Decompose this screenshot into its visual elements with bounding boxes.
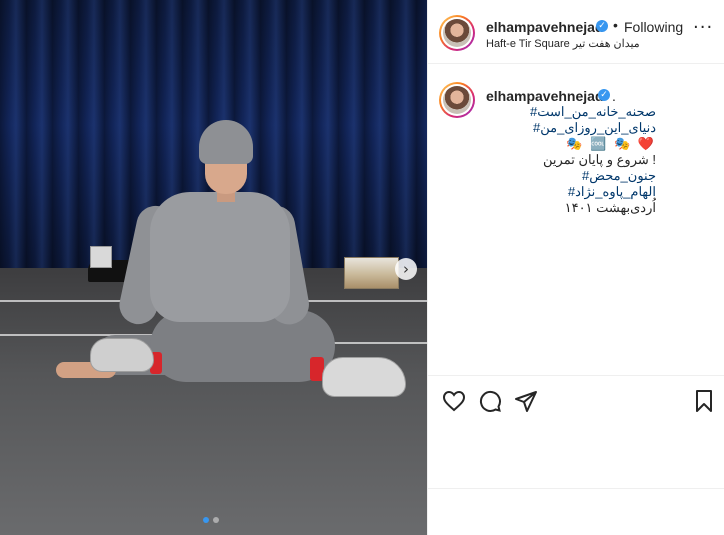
carousel-dot [203, 517, 209, 523]
caption-hashtag[interactable]: دنیای_این_روزای_من# [486, 120, 656, 136]
share-icon[interactable] [514, 389, 538, 413]
carousel-indicator [203, 517, 219, 523]
caption-hashtag[interactable]: الهام_پاوه_نژاد# [486, 184, 656, 200]
caption-text: صحنه_خانه_من_است# دنیای_این_روزای_من# ❤️… [486, 104, 656, 216]
post-actions-bar [428, 375, 724, 425]
caption-username[interactable]: elhampavehnejad [486, 88, 604, 104]
verified-badge-icon: ✓ [596, 20, 608, 32]
person-figure [0, 0, 427, 535]
avatar[interactable] [439, 82, 475, 118]
caption-text-line: ! شروع و پایان تمرین [543, 152, 656, 167]
caption-hashtag[interactable]: جنون_محض# [486, 168, 656, 184]
verified-badge-icon: ✓ [598, 89, 610, 101]
caption-date-line: اُردی‌بهشت ۱۴۰۱ [564, 200, 656, 215]
comment-icon[interactable] [478, 389, 502, 413]
post-header: elhampavehnejad ✓ • Following Haft-e Tir… [428, 0, 724, 64]
caption-emoji-line: ❤️ 🎭 🆒 🎭 [566, 136, 656, 151]
chevron-right-icon: › [403, 260, 409, 278]
caption-trailing-dot: . [612, 88, 616, 104]
carousel-dot [213, 517, 219, 523]
comment-area-divider [428, 488, 724, 489]
author-username[interactable]: elhampavehnejad [486, 19, 604, 35]
bookmark-icon[interactable] [692, 389, 716, 413]
separator-dot: • [613, 17, 618, 33]
post-side-panel: elhampavehnejad ✓ • Following Haft-e Tir… [427, 0, 724, 535]
post-location[interactable]: Haft-e Tir Square میدان هفت تیر [486, 37, 640, 50]
next-slide-button[interactable]: › [395, 258, 417, 280]
heart-icon[interactable] [442, 389, 466, 413]
more-options-icon[interactable]: ··· [693, 17, 713, 38]
avatar[interactable] [439, 15, 475, 51]
post-media[interactable]: › [0, 0, 427, 535]
caption-hashtag[interactable]: صحنه_خانه_من_است# [486, 104, 656, 120]
following-button[interactable]: Following [624, 19, 683, 35]
